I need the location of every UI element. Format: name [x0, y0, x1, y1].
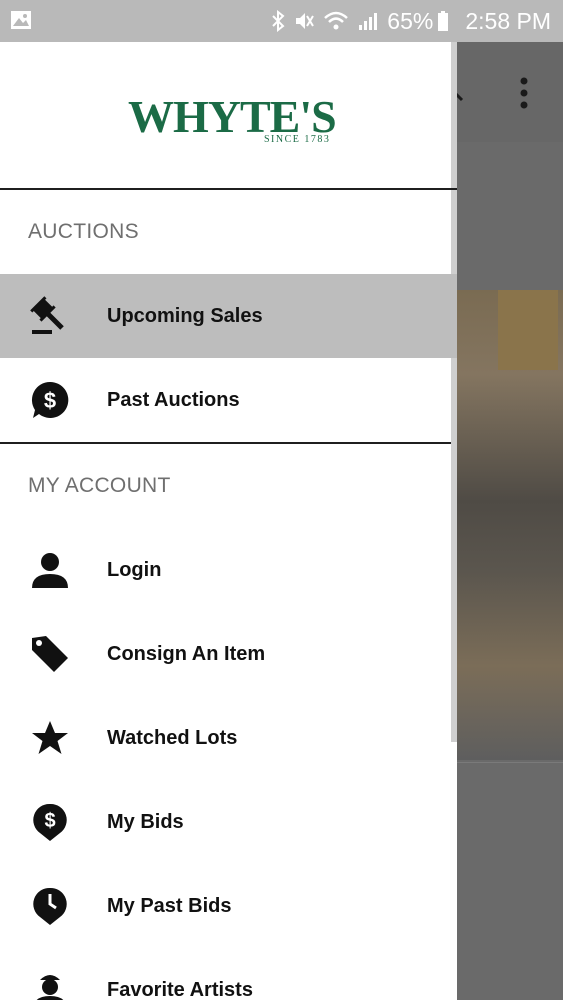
- dollar-bubble-icon: $: [30, 380, 70, 420]
- status-time: 2:58 PM: [465, 7, 551, 34]
- logo-tagline: SINCE 1783: [264, 134, 331, 145]
- gallery-icon: [11, 11, 31, 29]
- wifi-icon: [323, 10, 349, 32]
- nav-item-past-auctions[interactable]: $ Past Auctions: [0, 358, 457, 442]
- nav-item-label: Favorite Artists: [107, 978, 253, 1000]
- drawer-header: WHYTE'S SINCE 1783: [0, 42, 457, 190]
- star-icon: [30, 718, 70, 758]
- nav-item-label: Consign An Item: [107, 642, 266, 665]
- artist-icon: [30, 970, 70, 1000]
- nav-item-label: Past Auctions: [107, 388, 240, 411]
- account-section-header: MY ACCOUNT: [28, 474, 171, 497]
- person-icon: [30, 550, 70, 590]
- status-bar: 65% 2:58 PM: [0, 0, 563, 42]
- auctions-section-header: AUCTIONS: [28, 220, 139, 243]
- nav-item-login[interactable]: Login: [0, 528, 457, 612]
- nav-item-label: Watched Lots: [107, 726, 238, 749]
- nav-item-consign[interactable]: Consign An Item: [0, 612, 457, 696]
- battery-icon: [437, 10, 449, 32]
- svg-text:$: $: [44, 810, 55, 832]
- nav-item-watched-lots[interactable]: Watched Lots: [0, 696, 457, 780]
- nav-item-my-bids[interactable]: $ My Bids: [0, 780, 457, 864]
- overflow-menu-icon[interactable]: [514, 76, 534, 112]
- nav-item-favorite-artists[interactable]: Favorite Artists: [0, 948, 457, 1000]
- nav-item-label: Login: [107, 558, 162, 581]
- nav-item-label: My Bids: [107, 810, 184, 833]
- nav-item-my-past-bids[interactable]: My Past Bids: [0, 864, 457, 948]
- artwork-detail: [498, 290, 558, 370]
- mute-icon: [293, 10, 315, 32]
- navigation-drawer: WHYTE'S SINCE 1783 AUCTIONS Upcoming Sal…: [0, 42, 457, 1000]
- signal-icon: [357, 10, 379, 32]
- nav-item-label: Upcoming Sales: [107, 304, 263, 327]
- tag-icon: [30, 634, 70, 674]
- nav-item-upcoming-sales[interactable]: Upcoming Sales: [0, 274, 457, 358]
- battery-percent: 65%: [387, 7, 434, 34]
- bluetooth-icon: [271, 10, 285, 32]
- svg-text:$: $: [44, 388, 56, 413]
- dollar-pin-icon: $: [30, 802, 70, 842]
- clock-pin-icon: [30, 886, 70, 926]
- nav-item-label: My Past Bids: [107, 894, 232, 917]
- divider: [456, 762, 563, 763]
- gavel-icon: [30, 296, 70, 336]
